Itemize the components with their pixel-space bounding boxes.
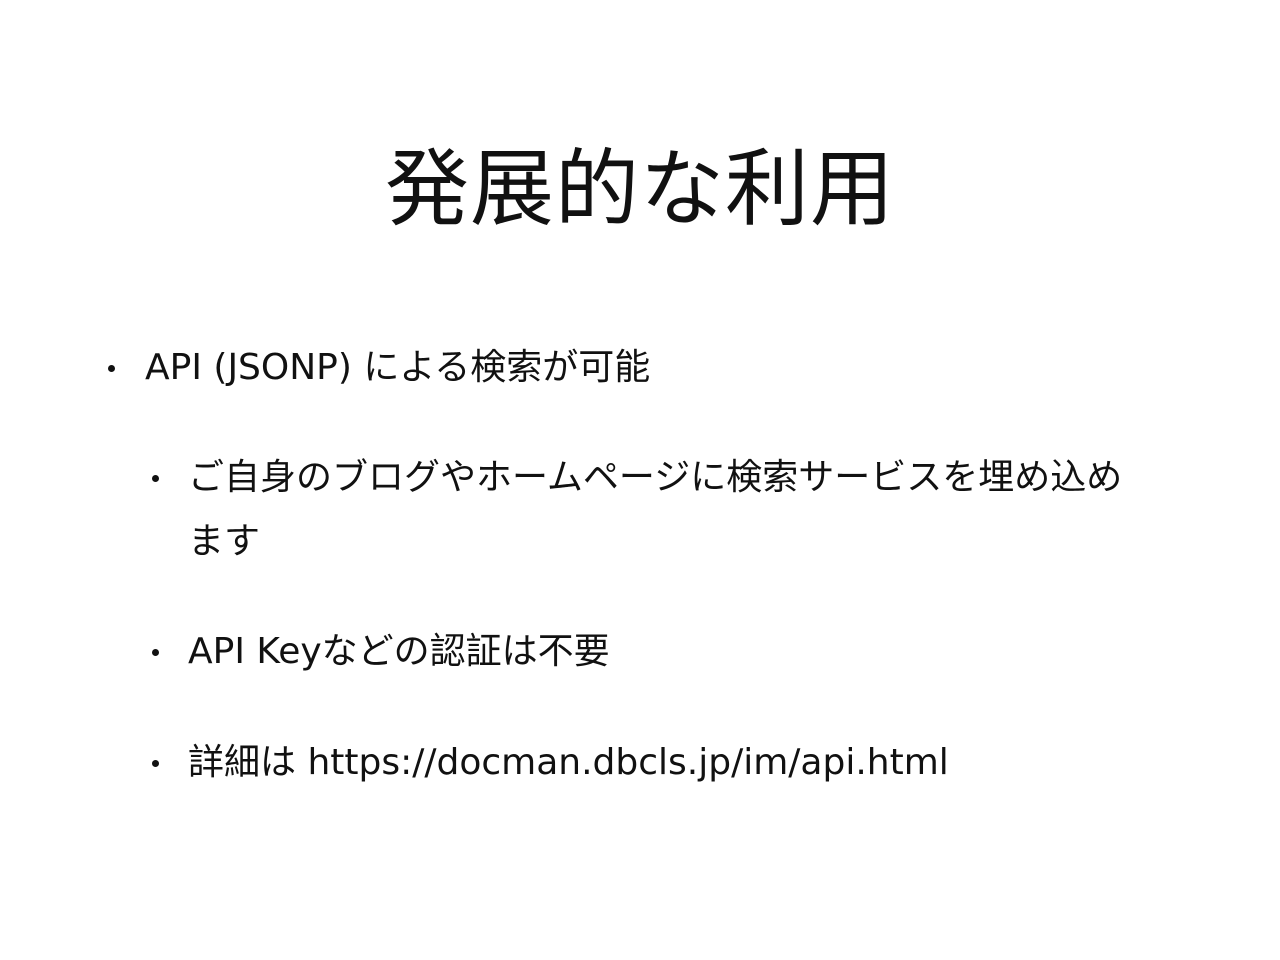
sub-bullet-item: ご自身のブログやホームページに検索サービスを埋め込めます [152, 446, 1152, 574]
sub-bullet-item: API Keyなどの認証は不要 [152, 620, 1152, 684]
bullet-dot-icon [152, 649, 159, 656]
bullet-item: API (JSONP) による検索が可能 [108, 336, 1208, 400]
bullet-list: API (JSONP) による検索が可能 ご自身のブログやホームページに検索サー… [0, 0, 1280, 960]
bullet-dot-icon [152, 475, 159, 482]
bullet-text: 詳細は https://docman.dbcls.jp/im/api.html [188, 742, 949, 783]
bullet-dot-icon [152, 760, 159, 767]
bullet-text: ご自身のブログやホームページに検索サービスを埋め込めます [188, 457, 1123, 562]
bullet-text: API Keyなどの認証は不要 [188, 631, 610, 672]
bullet-dot-icon [108, 365, 115, 372]
sub-bullet-item: 詳細は https://docman.dbcls.jp/im/api.html [152, 731, 1152, 795]
bullet-text: API (JSONP) による検索が可能 [145, 347, 651, 388]
slide: 発展的な利用 API (JSONP) による検索が可能 ご自身のブログやホームペ… [0, 0, 1280, 960]
